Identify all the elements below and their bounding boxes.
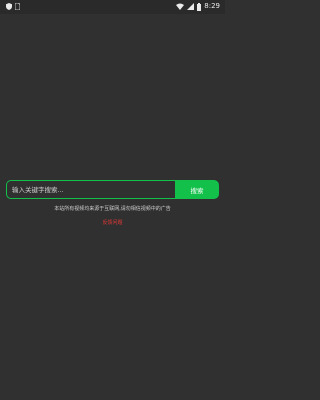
- sim-card-icon: [15, 3, 20, 10]
- status-bar: 8:29: [0, 0, 225, 14]
- search-button[interactable]: 搜索: [175, 180, 219, 199]
- status-time: 8:29: [204, 2, 220, 10]
- battery-icon: [197, 2, 202, 11]
- shield-icon: [6, 3, 12, 10]
- search-input[interactable]: [6, 180, 175, 199]
- disclaimer-text: 本站所有视频均来源于互联网,请勿相信视频中的广告: [54, 206, 171, 212]
- feedback-link[interactable]: 反馈问题: [0, 219, 225, 226]
- search-bar: 搜索: [6, 180, 219, 199]
- status-left-icons: [6, 3, 20, 10]
- signal-icon: [187, 3, 195, 10]
- status-right-icons: 8:29: [176, 2, 220, 11]
- wifi-icon: [176, 3, 185, 10]
